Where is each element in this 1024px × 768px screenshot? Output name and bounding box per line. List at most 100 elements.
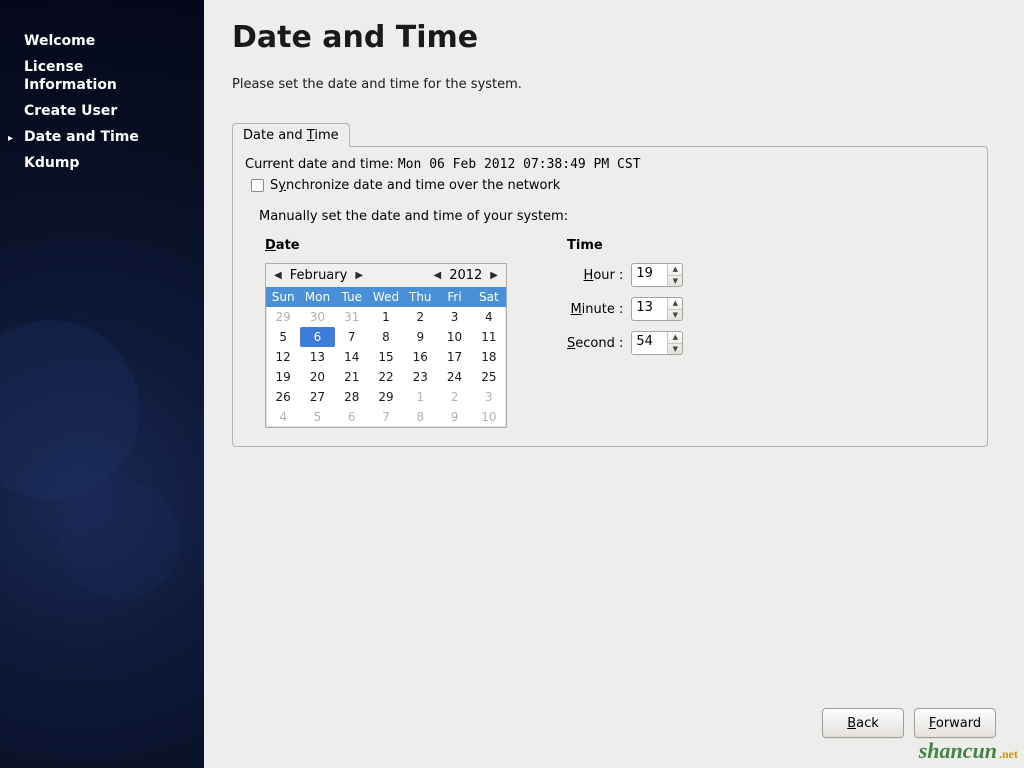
- next-month-button[interactable]: ▶: [353, 270, 365, 281]
- calendar-day-cell[interactable]: 7: [335, 327, 369, 347]
- calendar-day-cell[interactable]: 17: [437, 347, 471, 367]
- hour-label: Hour :: [567, 268, 623, 283]
- sidebar-item-license-information[interactable]: License Information: [0, 54, 204, 98]
- calendar-day-cell[interactable]: 3: [437, 307, 471, 327]
- setup-sidebar: Welcome License Information Create User ▸ Da…: [0, 0, 204, 768]
- calendar-day-cell[interactable]: 6: [300, 327, 334, 347]
- calendar-day-cell[interactable]: 8: [403, 407, 437, 427]
- prev-year-button[interactable]: ◀: [432, 270, 444, 281]
- calendar-year[interactable]: 2012: [449, 268, 482, 283]
- current-datetime-label: Current date and time:: [245, 157, 394, 172]
- manual-set-label: Manually set the date and time of your s…: [259, 209, 975, 224]
- calendar-day-cell[interactable]: 20: [300, 367, 334, 387]
- hour-spinner[interactable]: 19 ▲▼: [631, 263, 683, 287]
- sync-network-label: Synchronize date and time over the netwo…: [270, 178, 560, 193]
- minute-spinner[interactable]: 13 ▲▼: [631, 297, 683, 321]
- sidebar-item-create-user[interactable]: Create User: [0, 98, 204, 124]
- tab-panel: Current date and time: Mon 06 Feb 2012 0…: [232, 146, 988, 447]
- second-up-button[interactable]: ▲: [668, 332, 682, 344]
- calendar-day-cell[interactable]: 3: [472, 387, 506, 407]
- minute-value[interactable]: 13: [632, 298, 667, 320]
- sidebar-item-date-and-time[interactable]: ▸ Date and Time: [0, 124, 204, 150]
- calendar-day-cell[interactable]: 18: [472, 347, 506, 367]
- current-datetime-row: Current date and time: Mon 06 Feb 2012 0…: [245, 157, 975, 172]
- calendar-dow-row: SunMonTueWedThuFriSat: [266, 287, 506, 307]
- tab-date-and-time[interactable]: Date and Time: [232, 123, 350, 147]
- page-subtitle: Please set the date and time for the sys…: [232, 77, 996, 92]
- calendar-day-cell[interactable]: 1: [403, 387, 437, 407]
- sync-network-row[interactable]: Synchronize date and time over the netwo…: [251, 178, 975, 193]
- calendar-dow-cell: Sat: [472, 287, 506, 307]
- calendar-day-cell[interactable]: 23: [403, 367, 437, 387]
- calendar-day-cell[interactable]: 16: [403, 347, 437, 367]
- calendar-day-cell[interactable]: 26: [266, 387, 300, 407]
- calendar-day-cell[interactable]: 15: [369, 347, 403, 367]
- calendar-day-cell[interactable]: 31: [335, 307, 369, 327]
- calendar-day-cell[interactable]: 28: [335, 387, 369, 407]
- calendar-day-cell[interactable]: 6: [335, 407, 369, 427]
- date-column: Date ◀ February ▶ ◀ 2012: [265, 238, 507, 428]
- prev-month-button[interactable]: ◀: [272, 270, 284, 281]
- hour-down-button[interactable]: ▼: [668, 276, 682, 287]
- calendar-day-cell[interactable]: 10: [437, 327, 471, 347]
- calendar-day-cell[interactable]: 9: [403, 327, 437, 347]
- hour-up-button[interactable]: ▲: [668, 264, 682, 276]
- calendar-day-cell[interactable]: 4: [472, 307, 506, 327]
- current-datetime-value: Mon 06 Feb 2012 07:38:49 PM CST: [398, 157, 641, 172]
- forward-button[interactable]: Forward: [914, 708, 996, 738]
- calendar-dow-cell: Tue: [335, 287, 369, 307]
- calendar-day-cell[interactable]: 13: [300, 347, 334, 367]
- sidebar-item-label: License Information: [24, 58, 117, 94]
- calendar-day-cell[interactable]: 22: [369, 367, 403, 387]
- calendar-day-cell[interactable]: 11: [472, 327, 506, 347]
- minute-up-button[interactable]: ▲: [668, 298, 682, 310]
- calendar-header: ◀ February ▶ ◀ 2012 ▶: [266, 264, 506, 287]
- calendar-day-cell[interactable]: 12: [266, 347, 300, 367]
- hour-value[interactable]: 19: [632, 264, 667, 286]
- calendar-dow-cell: Sun: [266, 287, 300, 307]
- next-year-button[interactable]: ▶: [488, 270, 500, 281]
- minute-label: Minute :: [567, 302, 623, 317]
- calendar-day-cell[interactable]: 4: [266, 407, 300, 427]
- calendar-day-cell[interactable]: 27: [300, 387, 334, 407]
- sidebar-item-label: Kdump: [24, 154, 79, 172]
- calendar-grid: 2930311234567891011121314151617181920212…: [266, 307, 506, 427]
- calendar-day-cell[interactable]: 5: [300, 407, 334, 427]
- main-panel: Date and Time Please set the date and ti…: [204, 0, 1024, 768]
- calendar-day-cell[interactable]: 1: [369, 307, 403, 327]
- time-column: Time Hour : 19 ▲▼ Minute : 13 ▲▼ Second …: [567, 238, 683, 428]
- calendar-day-cell[interactable]: 29: [369, 387, 403, 407]
- calendar-day-cell[interactable]: 2: [437, 387, 471, 407]
- calendar-day-cell[interactable]: 24: [437, 367, 471, 387]
- sidebar-item-label: Create User: [24, 102, 117, 120]
- calendar-day-cell[interactable]: 8: [369, 327, 403, 347]
- calendar-day-cell[interactable]: 9: [437, 407, 471, 427]
- watermark-logo: shancun.net: [919, 738, 1018, 764]
- calendar-dow-cell: Mon: [300, 287, 334, 307]
- current-step-marker-icon: ▸: [8, 130, 13, 148]
- second-down-button[interactable]: ▼: [668, 344, 682, 355]
- calendar-day-cell[interactable]: 5: [266, 327, 300, 347]
- time-heading: Time: [567, 238, 683, 253]
- calendar-day-cell[interactable]: 29: [266, 307, 300, 327]
- calendar-day-cell[interactable]: 14: [335, 347, 369, 367]
- calendar-day-cell[interactable]: 25: [472, 367, 506, 387]
- back-button[interactable]: Back: [822, 708, 904, 738]
- page-title: Date and Time: [232, 20, 996, 55]
- calendar-day-cell[interactable]: 2: [403, 307, 437, 327]
- sidebar-item-label: Date and Time: [24, 128, 139, 146]
- calendar: ◀ February ▶ ◀ 2012 ▶ SunMonTueWedThuFri…: [265, 263, 507, 428]
- minute-down-button[interactable]: ▼: [668, 310, 682, 321]
- second-label: Second :: [567, 336, 623, 351]
- sidebar-item-welcome[interactable]: Welcome: [0, 28, 204, 54]
- calendar-day-cell[interactable]: 19: [266, 367, 300, 387]
- sidebar-item-kdump[interactable]: Kdump: [0, 150, 204, 176]
- second-spinner[interactable]: 54 ▲▼: [631, 331, 683, 355]
- calendar-day-cell[interactable]: 21: [335, 367, 369, 387]
- calendar-day-cell[interactable]: 10: [472, 407, 506, 427]
- sync-network-checkbox[interactable]: [251, 179, 264, 192]
- second-value[interactable]: 54: [632, 332, 667, 354]
- calendar-day-cell[interactable]: 30: [300, 307, 334, 327]
- calendar-month[interactable]: February: [290, 268, 348, 283]
- calendar-day-cell[interactable]: 7: [369, 407, 403, 427]
